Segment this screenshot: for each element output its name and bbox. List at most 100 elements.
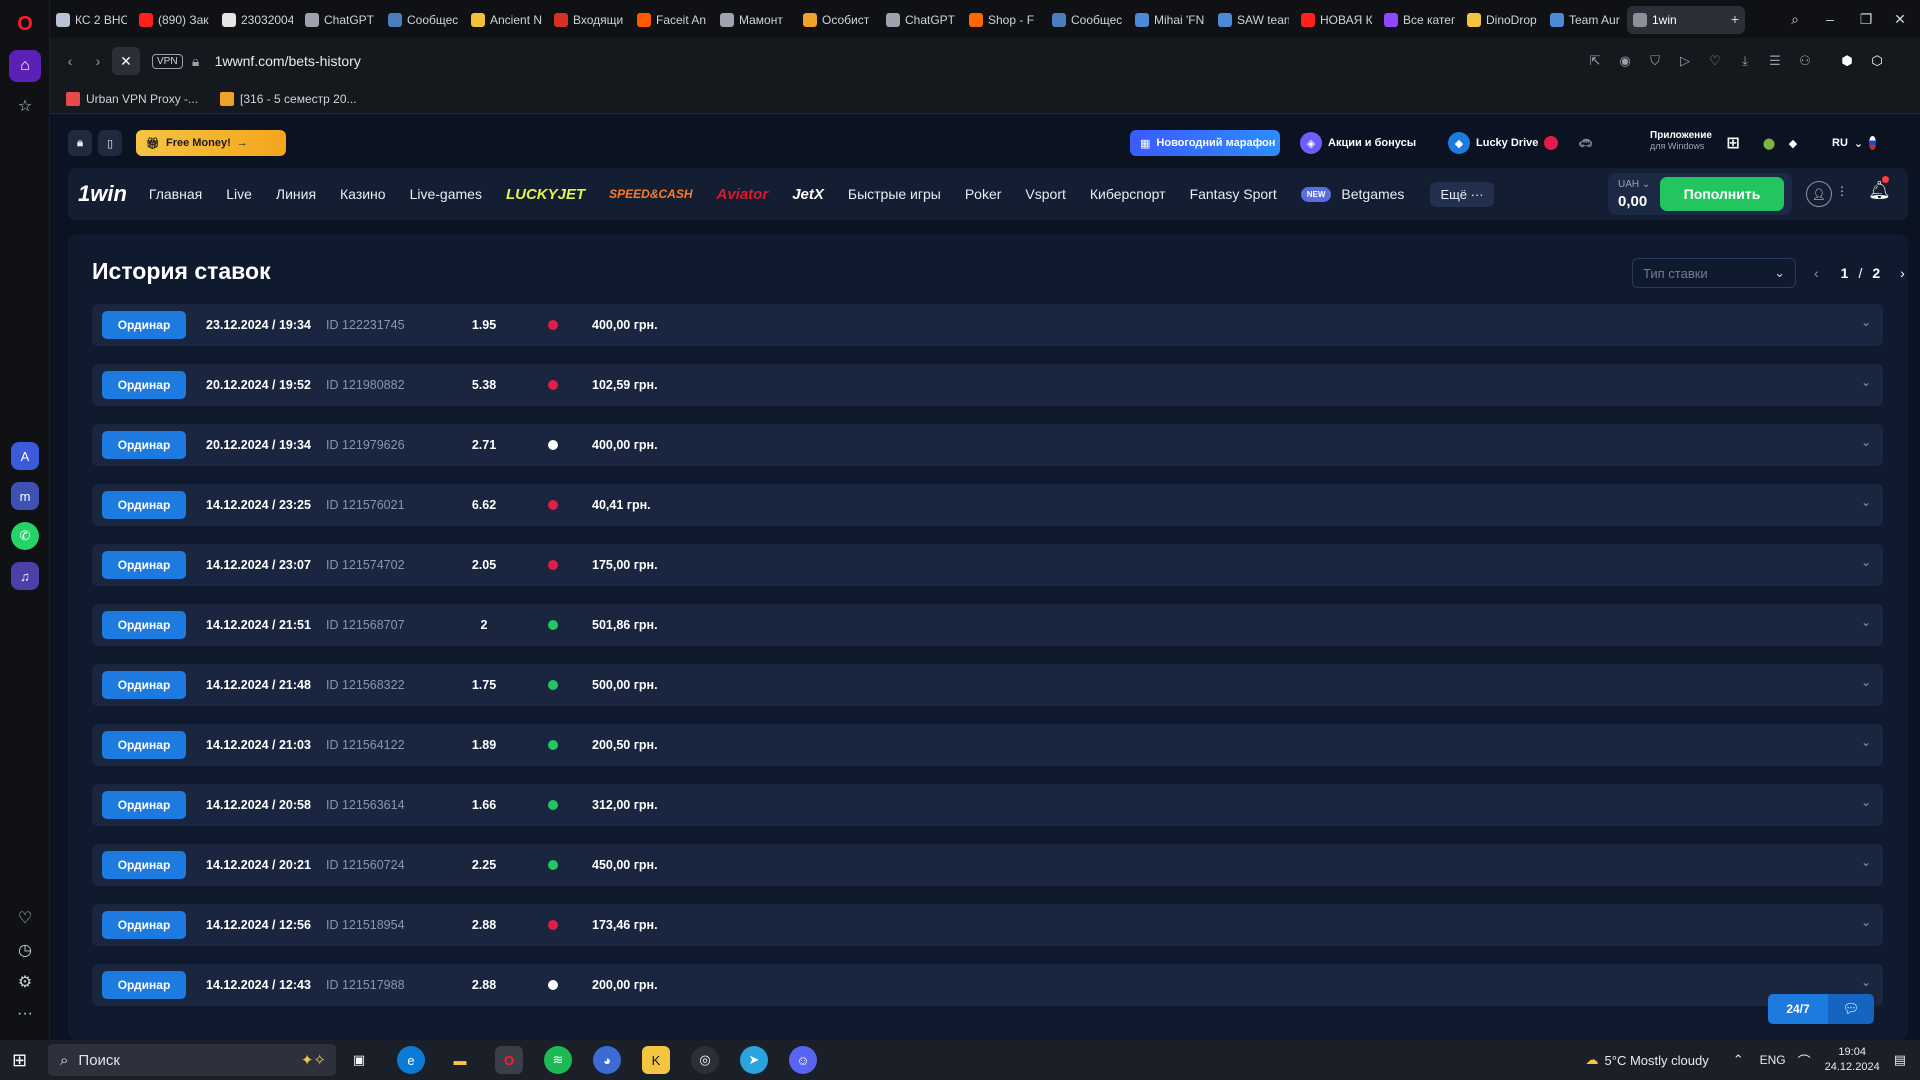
bookmark-urban-vpn[interactable]: Urban VPN Proxy -...	[66, 91, 198, 106]
file-explorer-icon[interactable]: ▬	[446, 1046, 474, 1074]
bet-type-badge[interactable]: Ординар	[102, 911, 186, 939]
bet-type-badge[interactable]: Ординар	[102, 851, 186, 879]
site-logo[interactable]: 1win	[78, 181, 127, 207]
windows-start-icon[interactable]: ⊞	[12, 1050, 27, 1071]
bet-row[interactable]: Ординар 20.12.2024 / 19:52 ID 121980882 5.3…	[92, 364, 1883, 406]
chevron-down-icon[interactable]: ⌄	[1861, 555, 1871, 569]
search-tabs-icon[interactable]: ⌕	[1775, 0, 1815, 38]
kebab-menu-icon[interactable]: ⋮	[1836, 184, 1848, 198]
chevron-down-icon[interactable]: ⌄	[1861, 735, 1871, 749]
chevron-down-icon[interactable]: ⌄	[1861, 855, 1871, 869]
home-icon[interactable]: ⌂	[9, 50, 41, 82]
user-icon[interactable]: 👤︎	[1806, 181, 1832, 207]
messenger-icon[interactable]: m	[11, 482, 39, 510]
browser-tab[interactable]: 23032004	[216, 6, 299, 34]
bet-type-badge[interactable]: Ординар	[102, 671, 186, 699]
bet-row[interactable]: Ординар 14.12.2024 / 12:56 ID 121518954 2.8…	[92, 904, 1883, 946]
spotify-icon[interactable]: ≋	[544, 1046, 572, 1074]
new-tab-icon[interactable]: +	[1715, 0, 1755, 38]
profile-icon[interactable]: ⚇	[1790, 46, 1820, 76]
browser-tab[interactable]: (890) Зак	[133, 6, 216, 34]
marathon-button[interactable]: ▦ Новогодний марафон	[1130, 130, 1280, 156]
chat-icon[interactable]: 💬︎	[1828, 994, 1874, 1024]
chevron-down-icon[interactable]: ⌄	[1861, 975, 1871, 989]
telegram-icon[interactable]: ➤	[740, 1046, 768, 1074]
bet-row[interactable]: Ординар 14.12.2024 / 21:51 ID 121568707 2 50…	[92, 604, 1883, 646]
url-field[interactable]: 1wwnf.com/bets-history	[215, 53, 361, 69]
notification-bell-icon[interactable]: 🔔︎	[1868, 180, 1891, 201]
forward-icon[interactable]: ›	[84, 47, 112, 75]
camera-icon[interactable]: ◉	[1610, 46, 1640, 76]
browser-tab[interactable]: Входящи	[548, 6, 631, 34]
share-icon[interactable]: ⇱	[1580, 46, 1610, 76]
browser-tab[interactable]: НОВАЯ К	[1295, 6, 1378, 34]
close-icon[interactable]: ✕	[1880, 0, 1920, 38]
clock[interactable]: 19:04 24.12.2024	[1825, 1045, 1880, 1075]
download-icon[interactable]: ⤓	[1730, 46, 1760, 76]
chevron-down-icon[interactable]: ⌄	[1861, 435, 1871, 449]
bet-row[interactable]: Ординар 23.12.2024 / 19:34 ID 122231745 1.9…	[92, 304, 1883, 346]
bet-type-badge[interactable]: Ординар	[102, 551, 186, 579]
free-money-button[interactable]: 🎁︎ Free Money! →	[136, 130, 286, 156]
tray-chevron-up-icon[interactable]: ⌃	[1733, 1052, 1744, 1068]
notifications-icon[interactable]: ▤	[1894, 1052, 1906, 1068]
nav-aviator[interactable]: Aviator	[717, 186, 769, 203]
lucky-drive-button[interactable]: ◆ Lucky Drive 🚗︎	[1438, 130, 1608, 156]
bet-row[interactable]: Ординар 14.12.2024 / 12:43 ID 121517988 2.8…	[92, 964, 1883, 1006]
deposit-button[interactable]: Пополнить	[1660, 177, 1784, 211]
apple-icon[interactable]: ◆	[1782, 130, 1804, 156]
back-icon[interactable]: ‹	[56, 47, 84, 75]
nav-casino[interactable]: Казино	[340, 186, 386, 202]
nav-speed-cash[interactable]: SPEED&CASH	[609, 187, 692, 201]
input-language[interactable]: ENG	[1760, 1053, 1786, 1067]
mobile-icon[interactable]: ▯	[98, 130, 122, 156]
browser-tab[interactable]: Мамонт	[714, 6, 797, 34]
cube-icon[interactable]: ⬡	[1862, 46, 1892, 76]
pen-app-icon[interactable]: K	[642, 1046, 670, 1074]
extension-icon[interactable]: ⬢	[1832, 46, 1862, 76]
vpn-badge[interactable]: VPN	[152, 53, 183, 69]
favorite-icon[interactable]: ♡	[1700, 46, 1730, 76]
steam-icon[interactable]: ◎	[691, 1046, 719, 1074]
play-icon[interactable]: ▷	[1670, 46, 1700, 76]
nav-more-button[interactable]: Ещё ···	[1430, 181, 1494, 207]
browser-tab[interactable]: Shop - F	[963, 6, 1046, 34]
browser-tab[interactable]: Сообщес	[382, 6, 465, 34]
nav-luckyjet[interactable]: LUCKYJET	[506, 186, 585, 203]
bet-type-badge[interactable]: Ординар	[102, 971, 186, 999]
browser-tab[interactable]: ChatGPT	[880, 6, 963, 34]
nav-poker[interactable]: Poker	[965, 186, 1002, 202]
chevron-down-icon[interactable]: ⌄	[1861, 675, 1871, 689]
promotions-button[interactable]: ◈ Акции и бонусы	[1290, 130, 1436, 156]
chevron-down-icon[interactable]: ⌄	[1861, 375, 1871, 389]
nav-betgames[interactable]: Betgames	[1341, 186, 1404, 202]
whatsapp-icon[interactable]: ✆	[11, 522, 39, 550]
nav-jetx[interactable]: JetX	[792, 186, 824, 203]
bet-type-badge[interactable]: Ординар	[102, 791, 186, 819]
browser-tab[interactable]: SAW tean	[1212, 6, 1295, 34]
bet-type-badge[interactable]: Ординар	[102, 311, 186, 339]
opera-taskbar-icon[interactable]: O	[495, 1046, 523, 1074]
taskbar-search[interactable]: ⌕ Поиск ✦✧	[48, 1044, 336, 1076]
history-icon[interactable]: ◷	[9, 934, 41, 966]
heart-icon[interactable]: ♡	[9, 902, 41, 934]
bet-row[interactable]: Ординар 14.12.2024 / 21:03 ID 121564122 1.8…	[92, 724, 1883, 766]
nav-esports[interactable]: Киберспорт	[1090, 186, 1166, 202]
bet-row[interactable]: Ординар 20.12.2024 / 19:34 ID 121979626 2.7…	[92, 424, 1883, 466]
reload-icon[interactable]: ✕	[112, 47, 140, 75]
bet-type-badge[interactable]: Ординар	[102, 731, 186, 759]
settings-icon[interactable]: ⚙	[9, 966, 41, 998]
wifi-icon[interactable]: ⌒	[1798, 1051, 1811, 1070]
more-icon[interactable]: ···	[9, 998, 41, 1030]
minimize-icon[interactable]: –	[1810, 0, 1850, 38]
chevron-down-icon[interactable]: ⌄	[1861, 315, 1871, 329]
menu-icon[interactable]: ☰	[1760, 46, 1790, 76]
language-selector[interactable]: RU ⌄	[1822, 130, 1886, 156]
support-button[interactable]: 24/7	[1768, 994, 1828, 1024]
browser-tab[interactable]: ChatGPT	[299, 6, 382, 34]
music-player-icon[interactable]: ♫	[11, 562, 39, 590]
browser-tab[interactable]: Особист	[797, 6, 880, 34]
browser-tab[interactable]: Все катег	[1378, 6, 1461, 34]
nav-line[interactable]: Линия	[276, 186, 316, 202]
bet-row[interactable]: Ординар 14.12.2024 / 23:25 ID 121576021 6.6…	[92, 484, 1883, 526]
